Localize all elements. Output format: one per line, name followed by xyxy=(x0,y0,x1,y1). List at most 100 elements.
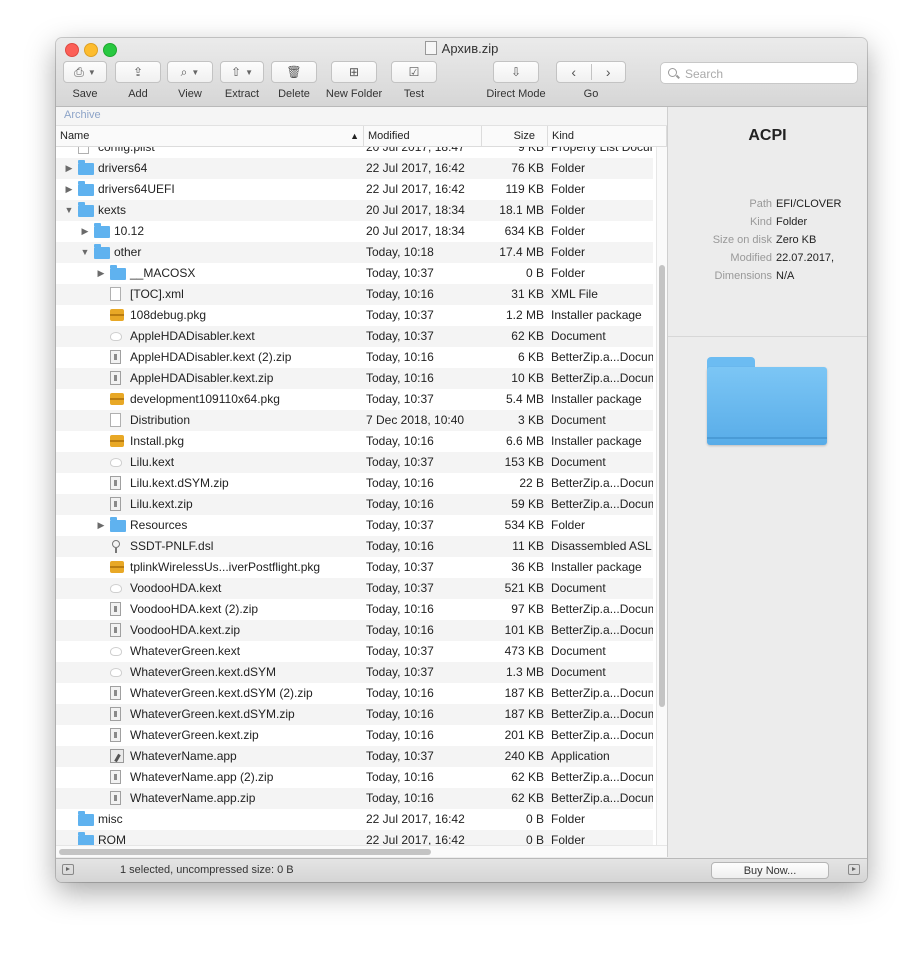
row-modified: Today, 10:16 xyxy=(366,371,434,385)
row-size: 62 KB xyxy=(511,329,544,343)
column-header: Name ▲ Modified Size Kind xyxy=(56,126,667,147)
row-modified: Today, 10:16 xyxy=(366,350,434,364)
go-back-button[interactable]: ‹ xyxy=(557,64,592,80)
table-row[interactable]: tplinkWirelessUs...iverPostflight.pkg Tod… xyxy=(56,557,653,578)
row-modified: Today, 10:37 xyxy=(366,455,434,469)
pkg-icon xyxy=(110,435,124,447)
table-row[interactable]: ▶ __MACOSX Today, 10:37 0 B Folder xyxy=(56,263,653,284)
table-row[interactable]: [TOC].xml Today, 10:16 31 KB XML File xyxy=(56,284,653,305)
table-row[interactable]: VoodooHDA.kext Today, 10:37 521 KB Document xyxy=(56,578,653,599)
table-row[interactable]: WhateverName.app (2).zip Today, 10:16 62 K… xyxy=(56,767,653,788)
view-button[interactable]: ⌕ ▼ xyxy=(167,61,213,83)
table-row[interactable]: Lilu.kext Today, 10:37 153 KB Document xyxy=(56,452,653,473)
direct-mode-button[interactable]: ⇩ xyxy=(493,61,539,83)
row-modified: Today, 10:16 xyxy=(366,497,434,511)
view-tool[interactable]: ⌕ ▼ View xyxy=(167,61,213,100)
table-row[interactable]: ▼ kexts 20 Jul 2017, 18:34 18.1 MB Folder xyxy=(56,200,653,221)
row-kind: Folder xyxy=(551,182,586,196)
kext-icon xyxy=(110,668,122,677)
row-name: WhateverName.app.zip xyxy=(130,791,256,805)
table-row[interactable]: AppleHDADisabler.kext (2).zip Today, 10:1… xyxy=(56,347,653,368)
table-row[interactable]: development109110x64.pkg Today, 10:37 5.4 … xyxy=(56,389,653,410)
table-row[interactable]: WhateverName.app Today, 10:37 240 KB Applic… xyxy=(56,746,653,767)
row-kind: Folder xyxy=(551,266,586,280)
test-tool[interactable]: ☑ Test xyxy=(391,61,437,100)
table-row[interactable]: WhateverGreen.kext.dSYM (2).zip Today, 10… xyxy=(56,683,653,704)
table-row[interactable]: VoodooHDA.kext (2).zip Today, 10:16 97 KB B… xyxy=(56,599,653,620)
save-button[interactable]: ⎙ ▼ xyxy=(63,61,107,83)
table-row[interactable]: ▶ drivers64 22 Jul 2017, 16:42 76 KB Folder xyxy=(56,158,653,179)
file-browser: Archive Name ▲ Modified Size Kind config.… xyxy=(56,107,667,857)
disclosure-closed-icon[interactable]: ▶ xyxy=(80,221,90,242)
horizontal-scroll-thumb[interactable] xyxy=(59,849,431,855)
table-row[interactable]: ▶ drivers64UEFI 22 Jul 2017, 16:42 119 KB Fo… xyxy=(56,179,653,200)
table-row[interactable]: ▼ other Today, 10:18 17.4 MB Folder xyxy=(56,242,653,263)
new-folder-tool[interactable]: ⊞ New Folder xyxy=(324,61,384,100)
toggle-right-panel-button[interactable] xyxy=(848,864,860,875)
extract-button[interactable]: ⇧ ▼ xyxy=(220,61,264,83)
row-kind: Folder xyxy=(551,245,586,259)
table-row[interactable]: Lilu.kext.zip Today, 10:16 59 KB BetterZip.… xyxy=(56,494,653,515)
add-tool[interactable]: ⇪ Add xyxy=(115,61,161,100)
table-row[interactable]: SSDT-PNLF.dsl Today, 10:16 11 KB Disassembl… xyxy=(56,536,653,557)
path-bar-label[interactable]: Archive xyxy=(64,109,101,121)
table-row[interactable]: WhateverGreen.kext.dSYM.zip Today, 10:16 1… xyxy=(56,704,653,725)
new-folder-button[interactable]: ⊞ xyxy=(331,61,377,83)
table-row[interactable]: misc 22 Jul 2017, 16:42 0 B Folder xyxy=(56,809,653,830)
dsl-icon xyxy=(110,539,122,553)
column-size[interactable]: Size xyxy=(482,126,548,146)
go-forward-button[interactable]: › xyxy=(592,64,626,80)
zip-icon xyxy=(110,770,121,784)
column-name[interactable]: Name ▲ xyxy=(56,126,364,146)
folder-icon xyxy=(78,832,94,845)
disclosure-closed-icon[interactable]: ▶ xyxy=(64,179,74,200)
row-size: 76 KB xyxy=(511,161,544,175)
save-tool[interactable]: ⎙ ▼ Save xyxy=(63,61,107,100)
row-name: Lilu.kext xyxy=(130,455,175,469)
delete-button[interactable]: 🗑 xyxy=(271,61,317,83)
table-row[interactable]: Install.pkg Today, 10:16 6.6 MB Installer p… xyxy=(56,431,653,452)
horizontal-scrollbar[interactable] xyxy=(56,845,667,857)
extract-tool[interactable]: ⇧ ▼ Extract xyxy=(220,61,264,100)
table-row[interactable]: WhateverGreen.kext.dSYM Today, 10:37 1.3 M… xyxy=(56,662,653,683)
direct-mode-tool[interactable]: ⇩ Direct Mode xyxy=(482,61,550,100)
table-row[interactable]: WhateverName.app.zip Today, 10:16 62 KB Bet… xyxy=(56,788,653,809)
add-button[interactable]: ⇪ xyxy=(115,61,161,83)
vertical-scrollbar[interactable] xyxy=(656,147,667,845)
file-list[interactable]: config.plist 20 Jul 2017, 18:47 9 KB Proper… xyxy=(56,147,667,845)
buy-now-button[interactable]: Buy Now... xyxy=(711,862,829,879)
disclosure-open-icon[interactable]: ▼ xyxy=(64,200,74,221)
row-name: Lilu.kext.dSYM.zip xyxy=(130,476,229,490)
search-field[interactable] xyxy=(660,62,858,84)
table-row[interactable]: Lilu.kext.dSYM.zip Today, 10:16 22 B Better… xyxy=(56,473,653,494)
delete-tool[interactable]: 🗑 Delete xyxy=(271,61,317,100)
row-size: 153 KB xyxy=(504,455,544,469)
column-modified[interactable]: Modified xyxy=(364,126,482,146)
table-row[interactable]: config.plist 20 Jul 2017, 18:47 9 KB Proper… xyxy=(56,147,653,158)
test-button[interactable]: ☑ xyxy=(391,61,437,83)
toggle-left-panel-button[interactable] xyxy=(62,864,74,875)
table-row[interactable]: 108debug.pkg Today, 10:37 1.2 MB Installer … xyxy=(56,305,653,326)
column-kind[interactable]: Kind xyxy=(548,126,667,146)
vertical-scroll-thumb[interactable] xyxy=(659,265,665,707)
chevron-down-icon: ▼ xyxy=(87,67,96,77)
disclosure-open-icon[interactable]: ▼ xyxy=(80,242,90,263)
table-row[interactable]: Distribution 7 Dec 2018, 10:40 3 KB Documen… xyxy=(56,410,653,431)
table-row[interactable]: VoodooHDA.kext.zip Today, 10:16 101 KB Bett… xyxy=(56,620,653,641)
table-row[interactable]: ▶ 10.12 20 Jul 2017, 18:34 634 KB Folder xyxy=(56,221,653,242)
table-row[interactable]: ▶ Resources Today, 10:37 534 KB Folder xyxy=(56,515,653,536)
table-row[interactable]: WhateverGreen.kext Today, 10:37 473 KB Docu… xyxy=(56,641,653,662)
inspector-field-value: N/A xyxy=(776,270,795,282)
disclosure-closed-icon[interactable]: ▶ xyxy=(96,515,106,536)
table-row[interactable]: AppleHDADisabler.kext Today, 10:37 62 KB Do… xyxy=(56,326,653,347)
search-input[interactable] xyxy=(683,65,855,83)
row-modified: Today, 10:37 xyxy=(366,560,434,574)
table-row[interactable]: AppleHDADisabler.kext.zip Today, 10:16 10 … xyxy=(56,368,653,389)
disclosure-closed-icon[interactable]: ▶ xyxy=(96,263,106,284)
folder-icon xyxy=(78,811,94,826)
table-row[interactable]: WhateverGreen.kext.zip Today, 10:16 201 KB… xyxy=(56,725,653,746)
disclosure-closed-icon[interactable]: ▶ xyxy=(64,158,74,179)
inspector-field-value: Zero KB xyxy=(776,234,817,246)
table-row[interactable]: ROM 22 Jul 2017, 16:42 0 B Folder xyxy=(56,830,653,845)
row-name: development109110x64.pkg xyxy=(130,392,280,406)
